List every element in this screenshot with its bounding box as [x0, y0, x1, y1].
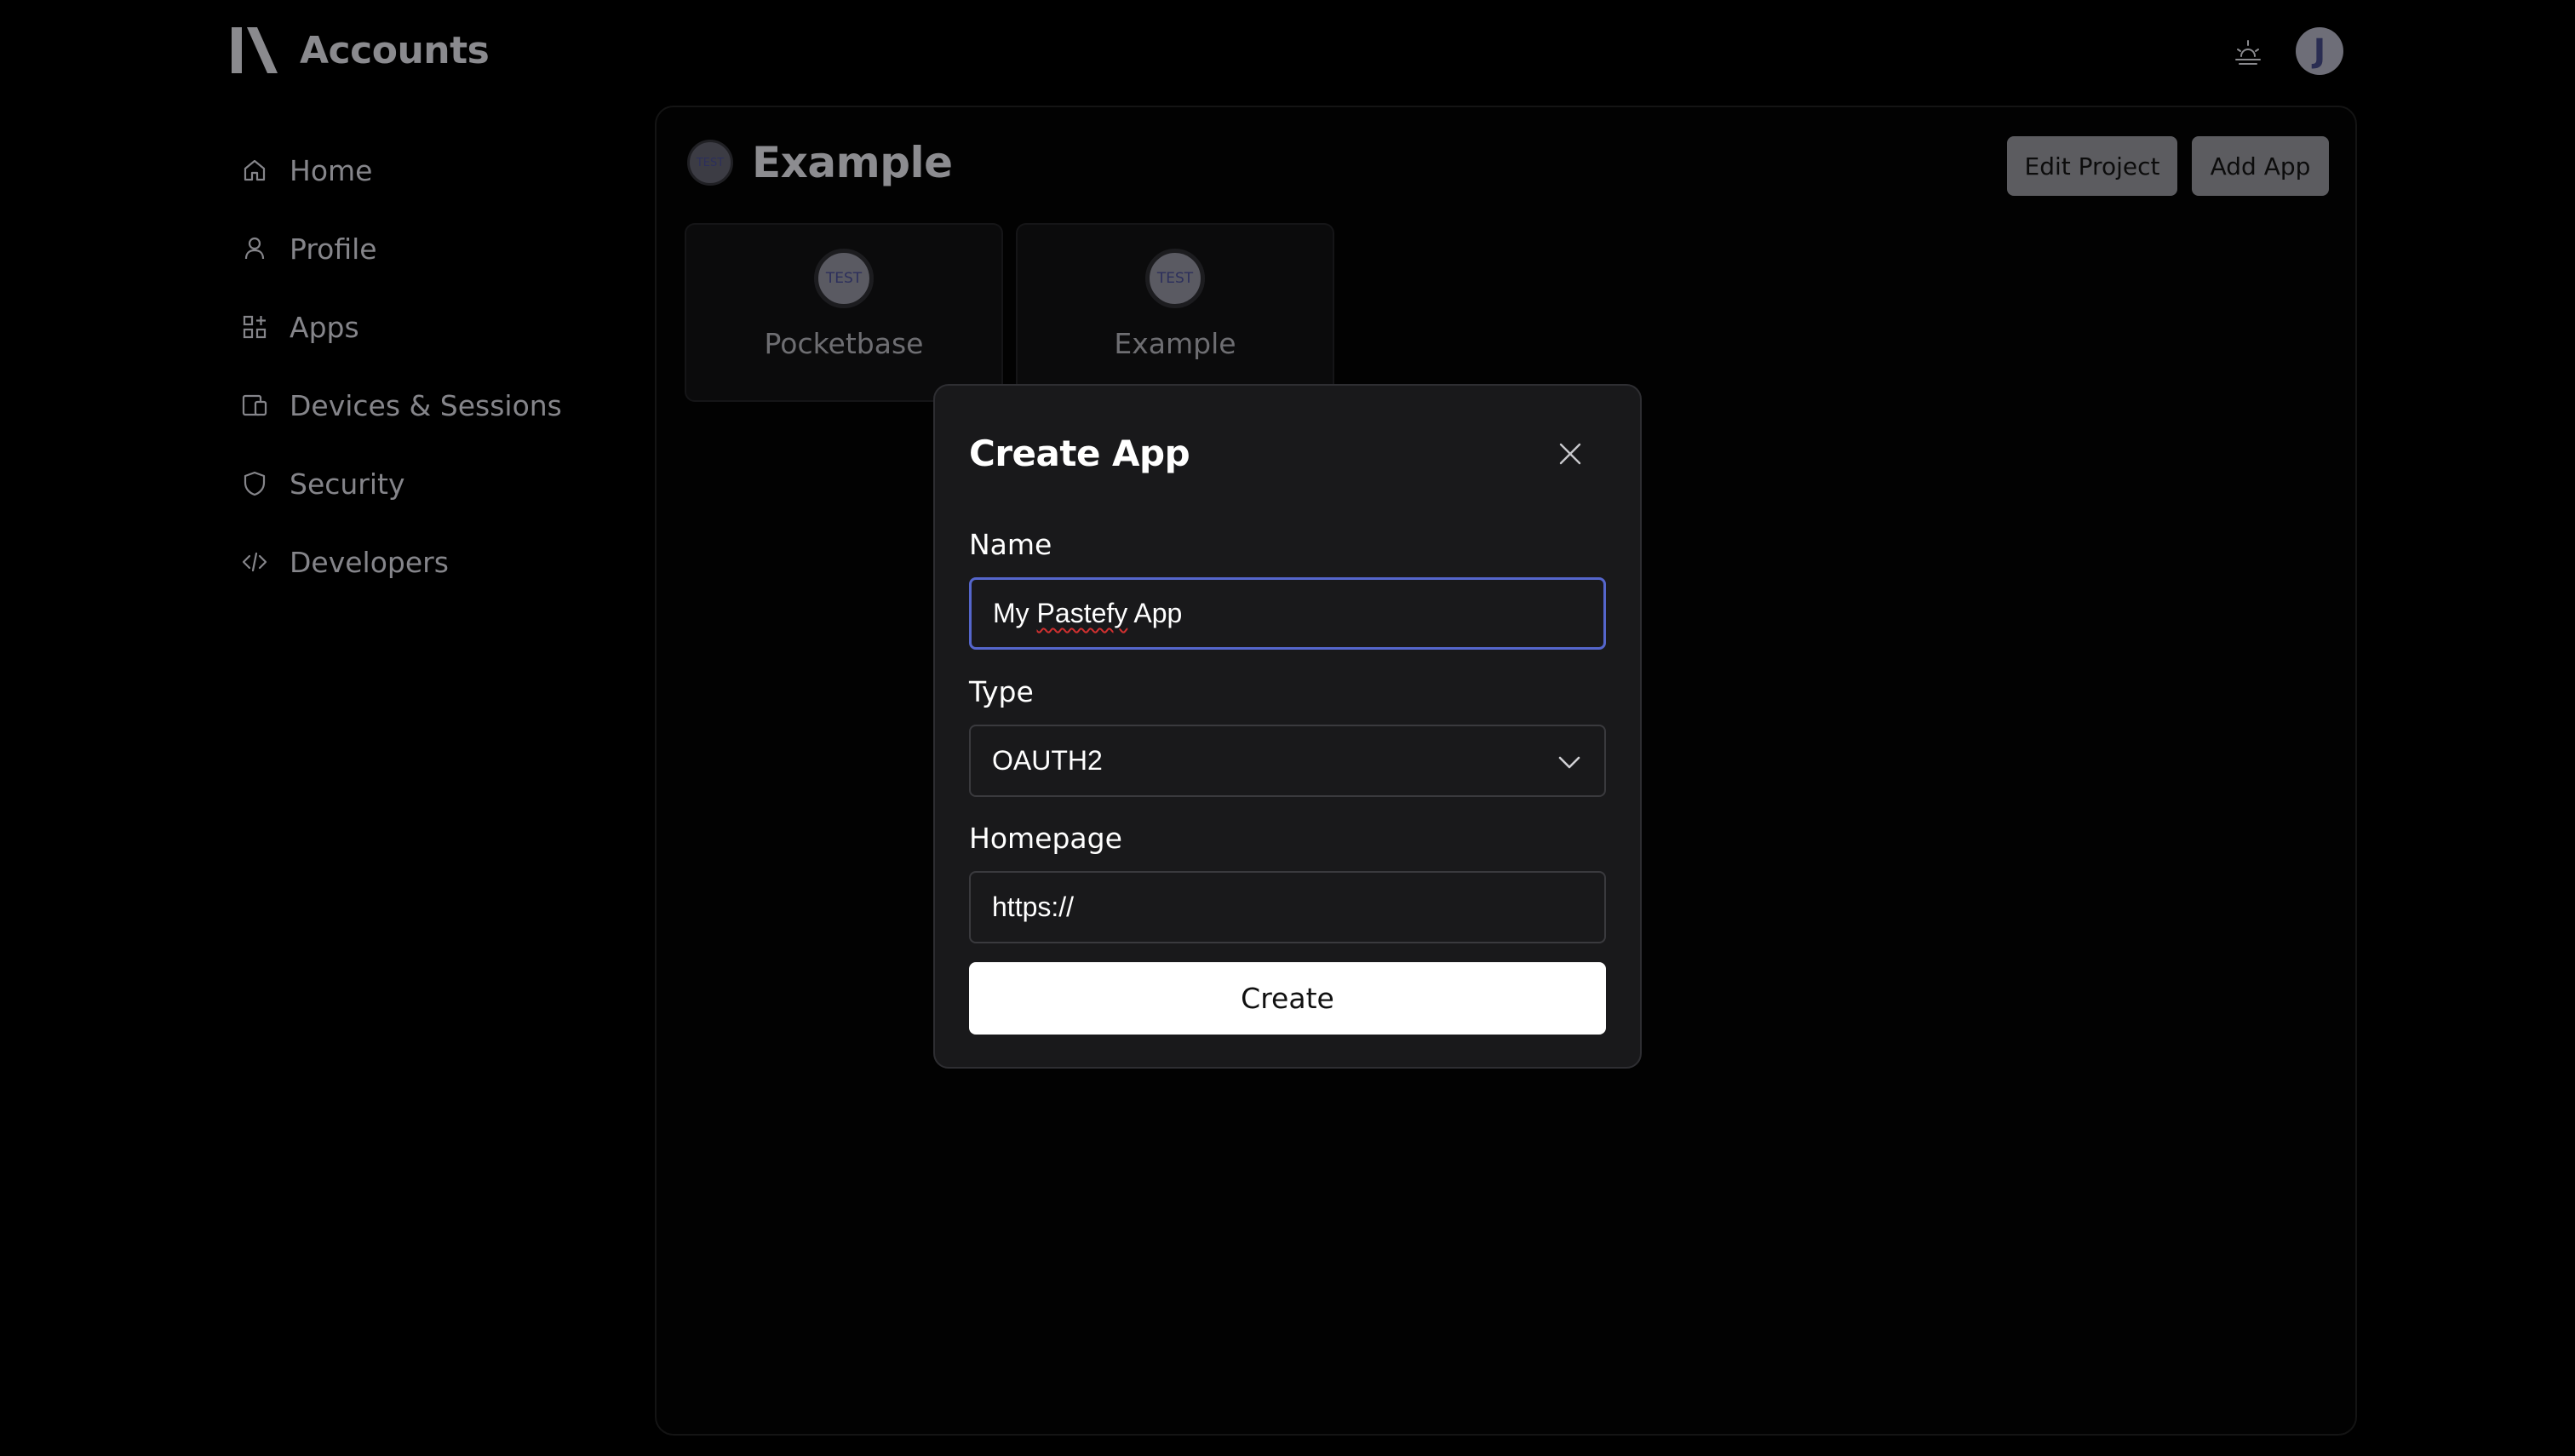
sidebar-item-developers[interactable]: Developers: [240, 523, 562, 601]
chevron-down-icon: [1558, 756, 1580, 769]
app-name: Example: [1114, 327, 1236, 360]
project-avatar: TEST: [687, 140, 733, 186]
user-icon: [240, 234, 269, 263]
app-logo[interactable]: Accounts: [230, 26, 490, 75]
homepage-value: https://: [992, 891, 1075, 922]
type-label: Type: [969, 675, 1034, 708]
project-avatar-text: TEST: [696, 156, 725, 169]
app-card-example[interactable]: TEST Example: [1016, 223, 1334, 402]
code-icon: [240, 547, 269, 576]
app-name: Pocketbase: [764, 327, 924, 360]
shield-icon: [240, 469, 269, 498]
dialog-title: Create App: [969, 433, 1190, 474]
close-icon: [1559, 443, 1581, 465]
sidebar-item-home[interactable]: Home: [240, 131, 562, 209]
create-button[interactable]: Create: [969, 962, 1606, 1035]
avatar-initial: J: [2313, 32, 2326, 70]
app-avatar-text: TEST: [1156, 270, 1194, 287]
project-title: Example: [752, 138, 953, 187]
home-icon: [240, 156, 269, 185]
app-avatar-text: TEST: [825, 270, 863, 287]
project-header: TEST Example: [687, 138, 953, 187]
homepage-input[interactable]: https://: [969, 871, 1606, 943]
app-title: Accounts: [300, 28, 490, 72]
sidebar-item-label: Apps: [290, 310, 359, 344]
type-value: OAUTH2: [992, 745, 1103, 776]
sidebar-item-label: Developers: [290, 545, 449, 579]
add-app-button[interactable]: Add App: [2192, 136, 2329, 196]
sidebar-item-label: Security: [290, 467, 405, 501]
page: Accounts J Home Profile Apps Devices & S…: [0, 0, 2575, 1456]
homepage-label: Homepage: [969, 822, 1122, 855]
sidebar-item-devices[interactable]: Devices & Sessions: [240, 366, 562, 444]
sidebar-item-apps[interactable]: Apps: [240, 288, 562, 366]
sidebar: Home Profile Apps Devices & Sessions Sec…: [240, 131, 562, 601]
user-avatar[interactable]: J: [2296, 27, 2343, 75]
name-value-prefix: My: [993, 598, 1037, 628]
theme-toggle-icon[interactable]: [2231, 34, 2265, 68]
sidebar-item-label: Devices & Sessions: [290, 388, 562, 422]
sidebar-item-label: Home: [290, 153, 373, 187]
edit-project-button[interactable]: Edit Project: [2007, 136, 2177, 196]
name-value-misspelled: Pastefy: [1036, 598, 1128, 628]
sidebar-item-profile[interactable]: Profile: [240, 209, 562, 288]
sidebar-item-label: Profile: [290, 232, 377, 266]
name-value-suffix: App: [1127, 598, 1183, 628]
devices-icon: [240, 391, 269, 420]
app-avatar: TEST: [814, 249, 874, 308]
app-card-pocketbase[interactable]: TEST Pocketbase: [685, 223, 1003, 402]
logo-mark-icon: [232, 27, 278, 73]
close-button[interactable]: [1553, 437, 1587, 471]
name-label: Name: [969, 528, 1052, 561]
name-input[interactable]: My Pastefy App: [969, 577, 1606, 650]
sidebar-item-security[interactable]: Security: [240, 444, 562, 523]
create-app-dialog: Create App Name My Pastefy App Type OAUT…: [933, 384, 1642, 1069]
app-avatar: TEST: [1145, 249, 1205, 308]
type-select[interactable]: OAUTH2: [969, 725, 1606, 797]
apps-icon: [240, 312, 269, 341]
